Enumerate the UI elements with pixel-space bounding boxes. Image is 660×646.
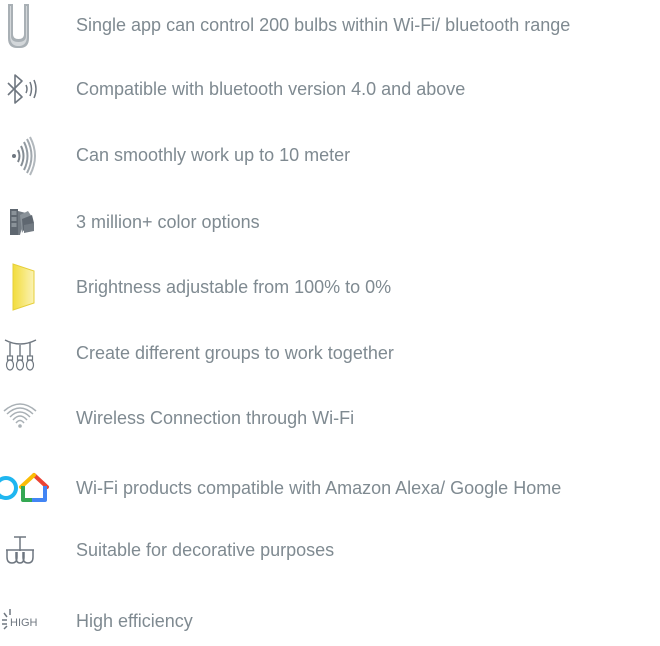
- feature-text: Can smoothly work up to 10 meter: [76, 145, 351, 165]
- high-badge: HIGH: [10, 617, 38, 629]
- wifi-icon: [3, 403, 37, 428]
- bluetooth-icon: [7, 74, 37, 104]
- feature-text: Wi-Fi products compatible with Amazon Al…: [76, 478, 562, 498]
- feature-row-colors: 3 million+ color options: [0, 197, 660, 247]
- feature-text: Create different groups to work together: [76, 343, 394, 363]
- color-swatch-icon: [10, 209, 34, 235]
- bulbs-tower-icon: [8, 4, 29, 48]
- feature-row-brightness: Brightness adjustable from 100% to 0%: [0, 262, 660, 312]
- feature-text: Brightness adjustable from 100% to 0%: [76, 277, 392, 297]
- feature-text: Compatible with bluetooth version 4.0 an…: [76, 79, 466, 99]
- feature-list: Single app can control 200 bulbs within …: [0, 0, 660, 637]
- bulb-group-icon: [4, 339, 37, 371]
- brightness-panel-icon: [12, 263, 35, 311]
- feature-row-efficiency: HIGH High efficiency: [0, 596, 660, 646]
- signal-waves-icon: [12, 136, 36, 176]
- feature-row-range: Can smoothly work up to 10 meter: [0, 130, 660, 180]
- feature-row-bulb-control: Single app can control 200 bulbs within …: [0, 0, 660, 50]
- feature-row-bluetooth: Compatible with bluetooth version 4.0 an…: [0, 64, 660, 114]
- high-efficiency-icon: HIGH: [2, 609, 38, 630]
- feature-text: Wireless Connection through Wi-Fi: [76, 408, 355, 428]
- feature-row-groups: Create different groups to work together: [0, 328, 660, 378]
- feature-row-decorative: Suitable for decorative purposes: [0, 525, 660, 575]
- feature-row-wifi: Wireless Connection through Wi-Fi: [0, 393, 660, 443]
- alexa-google-home-icon: [0, 473, 49, 502]
- feature-text: 3 million+ color options: [76, 212, 260, 232]
- chandelier-icon: [6, 536, 34, 564]
- feature-text: Suitable for decorative purposes: [76, 540, 335, 560]
- feature-text: High efficiency: [76, 611, 193, 631]
- feature-row-smart-home: Wi-Fi products compatible with Amazon Al…: [0, 463, 660, 513]
- feature-text: Single app can control 200 bulbs within …: [76, 15, 571, 35]
